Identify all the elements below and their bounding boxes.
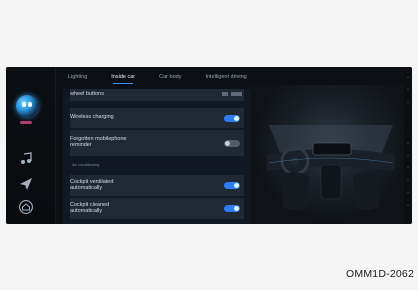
assistant-eye-left [22,102,26,107]
right-rail: ▫ ▫ ▫ ▫ ▫ ▫ ▫ ▫ ▫ [404,67,412,224]
forgotten-phone-label: Forgotten mobilephone reminder [70,136,127,148]
assistant-tag [20,121,32,124]
rail-icon-4[interactable]: ▫ [405,141,411,147]
cockpit-cleaned-label: Cockpit cleaned automatically [70,201,110,214]
rail-icon-6[interactable]: ▫ [405,165,411,171]
left-dock [6,67,56,224]
cockpit-cleaned-toggle[interactable] [224,205,240,212]
wireless-charging-toggle[interactable] [224,114,240,122]
tab-lighting[interactable]: Lighting [68,67,87,87]
navigation-arrow-icon[interactable] [18,176,34,192]
rail-icon-9[interactable]: ▫ [405,203,411,209]
settings-panel: wheel buttons Wireless charging Forgotte… [63,89,251,224]
assistant-avatar-icon[interactable] [16,95,38,117]
navigation-svg [20,178,32,190]
rail-icon-3[interactable]: ▫ [405,100,411,106]
home-svg [19,200,33,214]
wheel-buttons-row[interactable]: wheel buttons [70,89,244,101]
cockpit-ventilated-row[interactable]: Cockpit ventilated automatically [70,175,244,196]
wireless-charging-row[interactable]: Wireless charging [70,108,244,128]
car-interior-svg [267,125,395,210]
assistant-eye-right [28,102,32,107]
infotainment-screen: Lighting Inside car Car body Intelligent… [6,67,412,224]
cockpit-ventilated-label: Cockpit ventilated automatically [70,178,114,191]
rail-icon-5[interactable]: ▫ [405,153,411,159]
more-indicator-icon [222,92,242,96]
top-tabs: Lighting Inside car Car body Intelligent… [56,67,306,87]
air-conditioning-section-title: Air conditioning [72,162,100,167]
forgotten-phone-row[interactable]: Forgotten mobilephone reminder [70,130,244,156]
rail-icon-1[interactable]: ▫ [405,75,411,81]
rail-icon-7[interactable]: ▫ [405,178,411,184]
car-interior-view [251,85,411,224]
tab-inside-car[interactable]: Inside car [111,67,135,87]
rail-icon-8[interactable]: ▫ [405,190,411,196]
rail-icon-2[interactable]: ▫ [405,87,411,93]
music-note-icon[interactable] [18,151,34,167]
forgotten-phone-toggle[interactable] [224,139,240,147]
cockpit-cleaned-row[interactable]: Cockpit cleaned automatically [70,198,244,219]
tab-intelligent-driving[interactable]: Intelligent driving [205,67,246,87]
figure-caption: OMM1D-2062 [346,268,414,280]
home-icon[interactable] [18,199,34,215]
wireless-charging-label: Wireless charging [70,114,114,121]
music-note-svg [21,152,32,164]
wheel-buttons-label: wheel buttons [70,91,104,98]
cockpit-ventilated-toggle[interactable] [224,182,240,189]
tab-car-body[interactable]: Car body [159,67,181,87]
